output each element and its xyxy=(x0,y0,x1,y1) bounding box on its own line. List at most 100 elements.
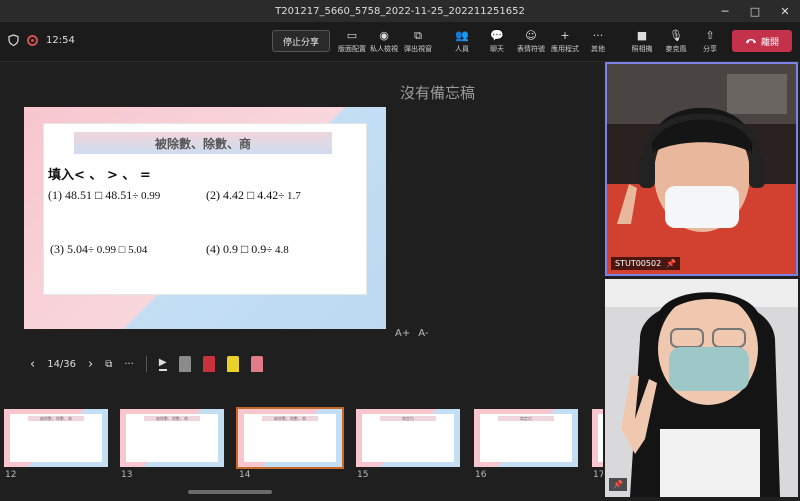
thumbnail-number: 13 xyxy=(121,470,133,480)
question-3: (3) 5.04÷ 0.99 □ 5.04 xyxy=(50,242,147,257)
thumbnail-content xyxy=(598,414,603,462)
thumbnail-number: 15 xyxy=(357,470,369,480)
close-button[interactable]: ✕ xyxy=(770,0,800,22)
more-options-icon[interactable]: ··· xyxy=(124,359,134,370)
maximize-button[interactable]: □ xyxy=(740,0,770,22)
mic-button[interactable]: 🎙 麥克風 xyxy=(660,28,692,58)
slide-thumbnails: 被除數、除數、商 12 被除數、除數、商 13 被除數、除數、商 14 商定位 … xyxy=(0,402,603,501)
presenter-stage: 被除數、除數、商 填入< 、 > 、 = (1) 48.51 □ 48.51÷ … xyxy=(0,62,603,402)
apps-button[interactable]: + 應用程式 xyxy=(549,28,581,58)
thumbnail-content: 被除數、除數、商 xyxy=(10,414,102,462)
divider xyxy=(145,356,147,372)
apps-label: 應用程式 xyxy=(551,45,579,53)
slide-instruction: 填入< 、 > 、 = xyxy=(48,168,151,183)
window-title: T201217_5660_5758_2022-11-25_20221125165… xyxy=(275,5,525,17)
thumbnail-title: 商定位 xyxy=(380,416,436,421)
pink-pen-icon[interactable] xyxy=(250,356,263,372)
thumbnail-content: 被除數、除數、商 xyxy=(244,414,336,462)
notes-font-size-controls: A+ A- xyxy=(395,328,428,339)
participant-video-2[interactable]: 📌 xyxy=(605,279,798,497)
meeting-toolbar: 12:54 停止分享 ▭ 版面配置 ◉ 私人檢視 ⧉ 彈出視窗 👥 人員 💬 聊天 ☺ 表情… xyxy=(0,22,800,62)
private-view-label: 私人檢視 xyxy=(370,45,398,53)
thumbnail-content: 商定位 xyxy=(362,414,454,462)
decrease-font-button[interactable]: A- xyxy=(418,328,428,339)
participant-2-name-tag: 📌 xyxy=(609,478,627,491)
more-button[interactable]: ··· 其他 xyxy=(582,28,614,58)
thumbnail-number: 14 xyxy=(239,470,251,480)
speaker-notes-empty: 沒有備忘稿 xyxy=(400,84,476,102)
camera-icon: ■ xyxy=(636,29,648,42)
increase-font-button[interactable]: A+ xyxy=(395,328,410,339)
thumbnail-number: 12 xyxy=(5,470,17,480)
laser-pointer-icon[interactable]: ▶ xyxy=(158,357,167,371)
meeting-status: 12:54 xyxy=(8,34,75,46)
leave-button[interactable]: 離開 xyxy=(732,30,792,52)
more-label: 其他 xyxy=(591,45,605,53)
participant-1-video-feed xyxy=(607,64,796,274)
thumbnail-slide-16[interactable]: 商定位 xyxy=(474,409,578,467)
slide-control-bar: ‹ 14/36 › ⧉ ··· ▶ xyxy=(30,352,263,376)
pin-icon[interactable]: 📌 xyxy=(666,259,676,268)
minimize-button[interactable]: ─ xyxy=(710,0,740,22)
stop-sharing-button[interactable]: 停止分享 xyxy=(272,30,330,52)
chat-button[interactable]: 💬 聊天 xyxy=(481,28,513,58)
layout-button[interactable]: ▭ 版面配置 xyxy=(336,28,368,58)
camera-label: 照相機 xyxy=(631,45,653,53)
mic-label: 麥克風 xyxy=(665,45,687,53)
smile-icon: ☺ xyxy=(525,29,537,42)
question-4: (4) 0.9 □ 0.9÷ 4.8 xyxy=(206,242,289,257)
people-label: 人員 xyxy=(455,45,469,53)
question-2-main: (2) 4.42 □ 4.42 xyxy=(206,188,279,202)
thumbnail-number: 16 xyxy=(475,470,487,480)
thumbnail-title: 被除數、除數、商 xyxy=(262,416,318,421)
participant-1-name-tag: STUT00502 📌 xyxy=(611,257,681,270)
grid-view-icon[interactable]: ⧉ xyxy=(105,359,112,370)
share-label: 分享 xyxy=(703,45,717,53)
chat-label: 聊天 xyxy=(490,45,504,53)
thumbnail-slide-14[interactable]: 被除數、除數、商 xyxy=(236,407,344,469)
slide-title: 被除數、除數、商 xyxy=(74,132,332,154)
thumbnail-scrollbar[interactable] xyxy=(188,490,272,494)
popout-icon: ⧉ xyxy=(414,29,422,42)
thumbnail-slide-13[interactable]: 被除數、除數、商 xyxy=(120,409,224,467)
thumbnail-title: 被除數、除數、商 xyxy=(144,416,200,421)
previous-slide-button[interactable]: ‹ xyxy=(30,357,35,372)
title-bar: T201217_5660_5758_2022-11-25_20221125165… xyxy=(0,0,800,22)
thumbnail-slide-12[interactable]: 被除數、除數、商 xyxy=(4,409,108,467)
thumbnail-slide-15[interactable]: 商定位 xyxy=(356,409,460,467)
page-indicator: 14/36 xyxy=(47,358,77,370)
layout-icon: ▭ xyxy=(346,29,358,42)
layout-label: 版面配置 xyxy=(338,45,366,53)
popout-label: 彈出視窗 xyxy=(404,45,432,53)
highlighter-icon[interactable] xyxy=(226,356,239,372)
popout-button[interactable]: ⧉ 彈出視窗 xyxy=(402,28,434,58)
shield-icon[interactable] xyxy=(8,34,19,46)
people-icon: 👥 xyxy=(455,29,469,42)
pin-icon[interactable]: 📌 xyxy=(613,480,623,489)
recording-icon xyxy=(27,34,38,46)
question-1: (1) 48.51 □ 48.51÷ 0.99 xyxy=(48,188,160,203)
share-icon: ⇧ xyxy=(705,29,715,42)
question-2-divisor: ÷ 1.7 xyxy=(278,190,301,202)
more-icon: ··· xyxy=(592,29,604,42)
react-button[interactable]: ☺ 表情符號 xyxy=(515,28,547,58)
people-button[interactable]: 👥 人員 xyxy=(446,28,478,58)
thumbnail-number: 17 xyxy=(593,470,603,480)
thumbnail-content: 商定位 xyxy=(480,414,572,462)
eraser-icon[interactable] xyxy=(178,356,191,372)
phone-icon xyxy=(745,39,756,44)
thumbnail-title: 被除數、除數、商 xyxy=(28,416,84,421)
next-slide-button[interactable]: › xyxy=(88,357,93,372)
camera-button[interactable]: ■ 照相機 xyxy=(626,28,658,58)
thumbnail-title: 商定位 xyxy=(498,416,554,421)
thumbnail-slide-17[interactable] xyxy=(592,409,603,467)
question-4-main: (4) 0.9 □ 0.9 xyxy=(206,242,267,256)
share-button[interactable]: ⇧ 分享 xyxy=(694,28,726,58)
participant-1-name: STUT00502 xyxy=(615,259,662,268)
red-pen-icon[interactable] xyxy=(202,356,215,372)
plus-icon: + xyxy=(560,29,570,42)
private-view-button[interactable]: ◉ 私人檢視 xyxy=(368,28,400,58)
participant-video-1[interactable]: STUT00502 📌 xyxy=(605,62,798,276)
question-2: (2) 4.42 □ 4.42÷ 1.7 xyxy=(206,188,301,203)
meeting-timer: 12:54 xyxy=(46,34,75,46)
